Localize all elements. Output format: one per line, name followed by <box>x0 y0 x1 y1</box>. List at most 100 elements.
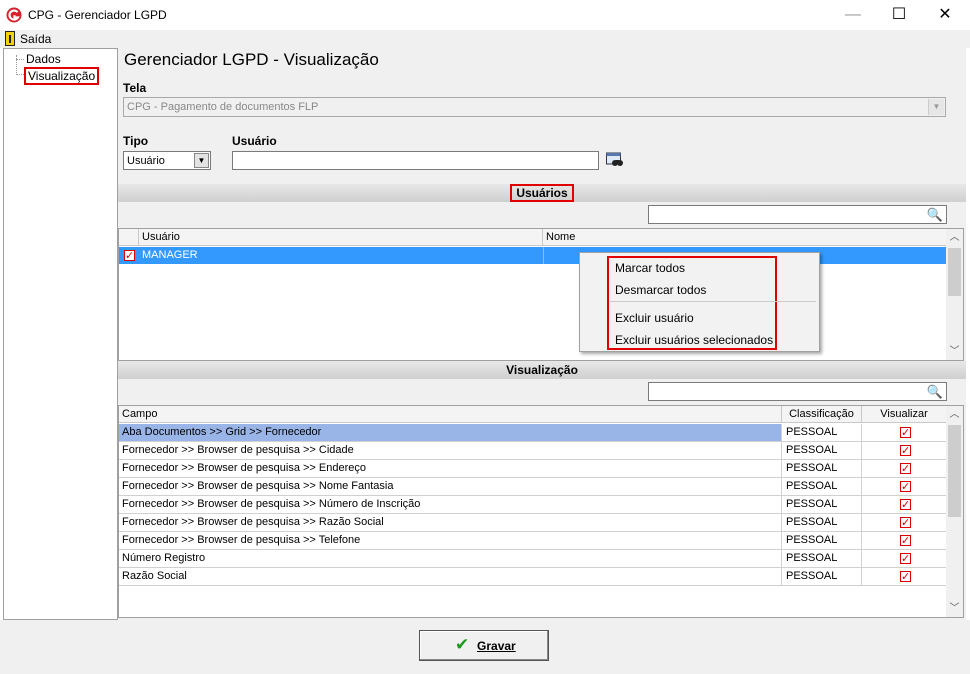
title-bar: CPG - Gerenciador LGPD — ☐ ✕ <box>0 0 970 30</box>
row-classificacao: PESSOAL <box>782 442 862 459</box>
row-campo: Razão Social <box>119 568 782 585</box>
row-classificacao: PESSOAL <box>782 550 862 567</box>
table-row[interactable]: Fornecedor >> Browser de pesquisa >> Raz… <box>119 514 947 532</box>
scroll-thumb[interactable] <box>948 248 961 296</box>
tela-select: CPG - Pagamento de documentos FLP ▼ <box>123 97 946 117</box>
row-campo: Fornecedor >> Browser de pesquisa >> Tel… <box>119 532 782 549</box>
tipo-select[interactable]: Usuário ▼ <box>123 151 211 170</box>
row-classificacao: PESSOAL <box>782 496 862 513</box>
usuarios-grid[interactable]: Usuário Nome MANAGER ︿ ﹀ <box>118 228 964 361</box>
footer-bar: ✔ Gravar <box>0 620 970 674</box>
save-label-rest: ravar <box>486 639 516 653</box>
visualizar-checkbox[interactable] <box>900 443 911 460</box>
menu-item-desmarcar-todos[interactable]: Desmarcar todos <box>615 283 706 297</box>
table-row[interactable]: Fornecedor >> Browser de pesquisa >> End… <box>119 460 947 478</box>
tela-label: Tela <box>123 81 147 95</box>
chevron-down-icon: ▼ <box>928 99 944 115</box>
row-campo: Fornecedor >> Browser de pesquisa >> End… <box>119 460 782 477</box>
scroll-up-icon[interactable]: ︿ <box>946 229 963 246</box>
row-visualizar <box>862 424 947 442</box>
visualizacao-search-input[interactable]: 🔍 <box>648 382 947 401</box>
exit-door-icon[interactable] <box>5 31 15 46</box>
save-label-mnemonic: G <box>477 639 487 653</box>
menu-bar: Saída <box>0 30 970 48</box>
table-row[interactable]: Fornecedor >> Browser de pesquisa >> Tel… <box>119 532 947 550</box>
table-row[interactable]: Razão Social PESSOAL <box>119 568 947 586</box>
search-icon[interactable]: 🔍 <box>927 207 943 223</box>
tree-item-visualizacao[interactable]: Visualização <box>24 67 100 85</box>
table-row[interactable]: Número Registro PESSOAL <box>119 550 947 568</box>
usuarios-scrollbar[interactable]: ︿ ﹀ <box>946 229 963 360</box>
usuario-label: Usuário <box>232 134 277 148</box>
table-row[interactable]: Fornecedor >> Browser de pesquisa >> Núm… <box>119 496 947 514</box>
visualizar-checkbox[interactable] <box>900 551 911 568</box>
row-checkbox[interactable] <box>124 248 135 265</box>
visualizar-checkbox[interactable] <box>900 515 911 532</box>
menu-item-excluir-usuario[interactable]: Excluir usuário <box>615 311 694 325</box>
visualizar-checkbox[interactable] <box>900 533 911 550</box>
grid-header-check <box>119 229 139 246</box>
minimize-icon[interactable]: — <box>830 0 876 30</box>
exit-menu-item[interactable]: Saída <box>20 32 51 46</box>
close-icon[interactable]: ✕ <box>922 0 968 30</box>
table-row[interactable]: Fornecedor >> Browser de pesquisa >> Nom… <box>119 478 947 496</box>
row-campo: Número Registro <box>119 550 782 567</box>
usuario-input[interactable] <box>232 151 599 170</box>
tipo-select-value: Usuário <box>127 155 165 167</box>
grid-header-campo[interactable]: Campo <box>119 406 782 423</box>
row-classificacao: PESSOAL <box>782 568 862 585</box>
row-classificacao: PESSOAL <box>782 460 862 477</box>
grid-header-usuario[interactable]: Usuário <box>139 229 543 246</box>
maximize-icon[interactable]: ☐ <box>876 0 922 30</box>
visualizar-checkbox[interactable] <box>900 461 911 478</box>
row-visualizar <box>862 514 947 532</box>
menu-item-marcar-todos[interactable]: Marcar todos <box>615 261 685 275</box>
row-campo: Fornecedor >> Browser de pesquisa >> Cid… <box>119 442 782 459</box>
usuarios-search-input[interactable]: 🔍 <box>648 205 947 224</box>
save-button[interactable]: ✔ Gravar <box>419 630 549 661</box>
checkmark-icon: ✔ <box>455 635 470 654</box>
grid-header-classificacao[interactable]: Classificação <box>782 406 862 423</box>
context-menu: Marcar todos Desmarcar todos Excluir usu… <box>579 252 820 352</box>
menu-separator <box>610 301 816 302</box>
row-classificacao: PESSOAL <box>782 532 862 549</box>
grid-header-visualizar[interactable]: Visualizar <box>862 406 947 423</box>
binoculars-search-icon[interactable] <box>606 152 623 168</box>
row-classificacao: PESSOAL <box>782 478 862 495</box>
app-logo-icon <box>6 7 22 23</box>
row-campo: Fornecedor >> Browser de pesquisa >> Raz… <box>119 514 782 531</box>
scroll-thumb[interactable] <box>948 425 961 517</box>
row-visualizar <box>862 532 947 550</box>
visualizacao-section-title: Visualização <box>506 363 578 377</box>
main-panel: Gerenciador LGPD - Visualização Tela CPG… <box>118 48 966 620</box>
navigation-tree: Dados Visualização <box>3 48 118 620</box>
visualizar-checkbox[interactable] <box>900 497 911 514</box>
table-row[interactable]: Aba Documentos >> Grid >> Fornecedor PES… <box>119 424 947 442</box>
row-visualizar <box>862 550 947 568</box>
table-row[interactable]: MANAGER <box>119 247 947 265</box>
scroll-down-icon[interactable]: ﹀ <box>946 600 963 617</box>
row-classificacao: PESSOAL <box>782 514 862 531</box>
row-campo: Fornecedor >> Browser de pesquisa >> Núm… <box>119 496 782 513</box>
visualizar-checkbox[interactable] <box>900 479 911 496</box>
search-icon[interactable]: 🔍 <box>927 384 943 400</box>
scroll-up-icon[interactable]: ︿ <box>946 406 963 423</box>
menu-item-excluir-usuarios-selecionados[interactable]: Excluir usuários selecionados <box>615 333 773 347</box>
row-usuario: MANAGER <box>142 249 198 261</box>
table-row[interactable]: Fornecedor >> Browser de pesquisa >> Cid… <box>119 442 947 460</box>
row-visualizar <box>862 568 947 586</box>
visualizacao-scrollbar[interactable]: ︿ ﹀ <box>946 406 963 617</box>
save-button-label: Gravar <box>477 639 516 653</box>
grid-header-nome[interactable]: Nome <box>543 229 947 246</box>
chevron-down-icon[interactable]: ▼ <box>194 153 209 168</box>
visualizacao-grid[interactable]: Campo Classificação Visualizar Aba Docum… <box>118 405 964 618</box>
row-visualizar <box>862 478 947 496</box>
scroll-down-icon[interactable]: ﹀ <box>946 343 963 360</box>
row-visualizar <box>862 496 947 514</box>
visualizar-checkbox[interactable] <box>900 425 911 442</box>
row-visualizar <box>862 442 947 460</box>
row-campo: Fornecedor >> Browser de pesquisa >> Nom… <box>119 478 782 495</box>
visualizar-checkbox[interactable] <box>900 569 911 586</box>
tree-item-dados[interactable]: Dados <box>26 52 61 66</box>
row-campo: Aba Documentos >> Grid >> Fornecedor <box>119 424 782 441</box>
